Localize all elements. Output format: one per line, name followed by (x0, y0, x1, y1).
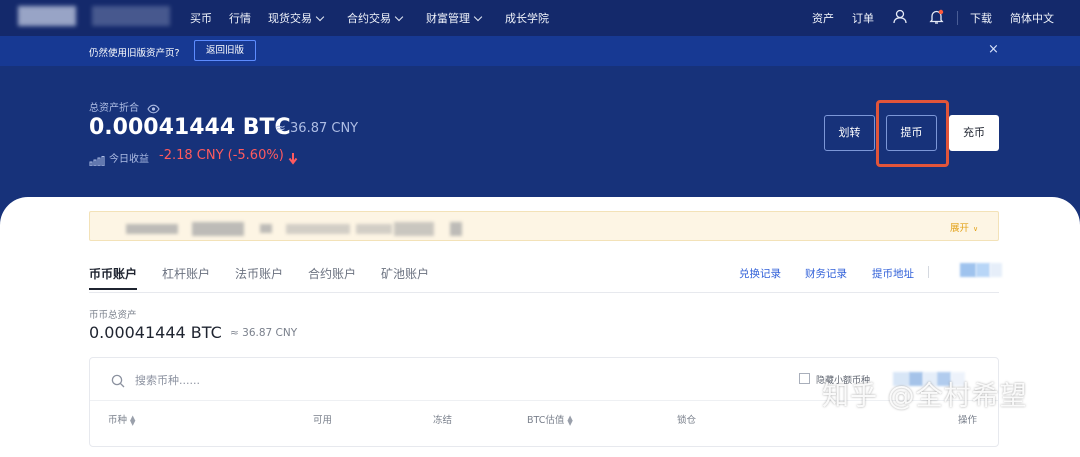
withdraw-address-link[interactable]: 提币地址 (872, 266, 914, 281)
nav-futures-trading[interactable]: 合约交易 (347, 10, 404, 26)
redacted-text (394, 222, 434, 236)
tab-spot-account[interactable]: 币币账户 (89, 265, 137, 282)
column-header-available: 可用 (313, 415, 333, 426)
redacted-link[interactable] (960, 263, 976, 277)
redacted-text (260, 224, 272, 233)
nav-divider (957, 11, 958, 25)
nav-markets[interactable]: 行情 (229, 10, 251, 26)
nav-orders[interactable]: 订单 (852, 10, 874, 26)
old-version-notice: 仍然使用旧版资产页? 返回旧版 × (0, 36, 1080, 66)
user-icon[interactable] (893, 9, 907, 27)
arrow-down-icon (288, 150, 298, 169)
transfer-button[interactable]: 划转 (824, 115, 875, 151)
link-divider (928, 266, 929, 278)
chevron-down-icon (473, 12, 483, 22)
bell-icon[interactable] (929, 9, 944, 28)
nav-buy-crypto[interactable]: 买币 (190, 10, 212, 26)
redacted-text (192, 222, 244, 236)
sort-icon: ▲ ▼ (130, 413, 136, 427)
logo[interactable] (18, 6, 76, 26)
chevron-down-icon (315, 12, 325, 22)
redacted-text (126, 224, 178, 234)
column-header-actions: 操作 (958, 415, 978, 426)
active-tab-indicator (89, 288, 137, 290)
redacted-text (450, 222, 462, 236)
tab-margin-account[interactable]: 杠杆账户 (162, 265, 210, 282)
back-to-old-version-button[interactable]: 返回旧版 (194, 40, 256, 61)
column-header-locked: 锁仓 (677, 415, 697, 426)
nav-academy[interactable]: 成长学院 (505, 10, 549, 26)
tab-pool-account[interactable]: 矿池账户 (381, 265, 429, 282)
close-icon[interactable]: × (988, 42, 999, 57)
redacted-link[interactable] (990, 263, 1002, 277)
redacted-text (356, 224, 392, 234)
redacted-link[interactable] (976, 263, 990, 277)
chevron-down-icon: ∨ (973, 225, 979, 233)
spot-total-cny: ≈ 36.87 CNY (230, 327, 298, 339)
nav-wealth-management[interactable]: 财富管理 (426, 10, 483, 26)
spot-total-label: 币币总资产 (89, 310, 137, 321)
chart-bars-icon (89, 151, 105, 170)
today-earnings-value: -2.18 CNY (-5.60%) (159, 148, 284, 163)
language-selector[interactable]: 简体中文 (1010, 10, 1054, 26)
zhihu-watermark: 知乎 @全村希望 (822, 381, 1028, 412)
tabs-divider (89, 292, 999, 293)
total-assets-btc: 0.00041444 BTC (89, 115, 291, 140)
tab-futures-account[interactable]: 合约账户 (308, 265, 356, 282)
column-header-frozen: 冻结 (433, 415, 453, 426)
exchange-history-link[interactable]: 兑换记录 (739, 266, 781, 281)
total-assets-cny: ≈ 36.87 CNY (275, 121, 359, 136)
expand-toggle[interactable]: 展开 ∨ (950, 220, 978, 234)
spot-total-btc: 0.00041444 BTC (89, 323, 222, 342)
nav-spot-trading[interactable]: 现货交易 (268, 10, 325, 26)
nav-download[interactable]: 下载 (970, 10, 992, 26)
today-earnings-label: 今日收益 (109, 154, 149, 165)
financial-records-link[interactable]: 财务记录 (805, 266, 847, 281)
column-header-coin[interactable]: 币种 ▲ ▼ (108, 412, 135, 426)
search-icon (111, 373, 125, 392)
sort-icon: ▲ ▼ (567, 413, 573, 427)
nav-assets[interactable]: 资产 (812, 10, 834, 26)
redacted-text (286, 224, 350, 234)
withdraw-highlight-box (876, 100, 949, 167)
notice-text: 仍然使用旧版资产页? (89, 48, 180, 59)
deposit-button[interactable]: 充币 (949, 115, 999, 151)
column-header-btc-value[interactable]: BTC估值 ▲ ▼ (527, 412, 573, 426)
hide-small-checkbox[interactable] (799, 373, 810, 384)
total-assets-label: 总资产折合 (89, 103, 139, 114)
top-nav: 买币 行情 现货交易 合约交易 财富管理 成长学院 资产 订单 下载 简体中文 (0, 0, 1080, 36)
logo-extra (92, 6, 170, 26)
coin-search-input[interactable] (135, 371, 335, 389)
tab-fiat-account[interactable]: 法币账户 (235, 265, 283, 282)
chevron-down-icon (394, 12, 404, 22)
